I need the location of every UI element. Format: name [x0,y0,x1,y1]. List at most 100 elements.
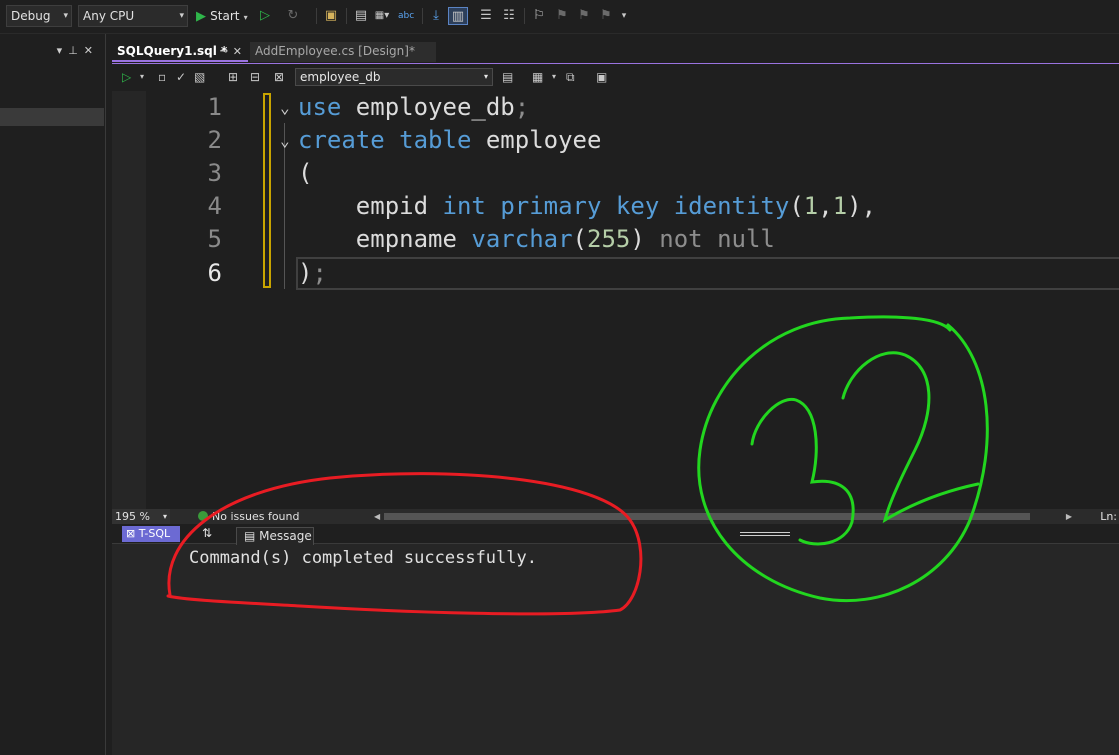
zoom-value: 195 % [115,510,150,523]
chevron-down-icon: ▾ [63,11,68,21]
step-icon[interactable]: ⤓ [428,7,444,25]
spell-check-icon[interactable]: abc [398,7,414,25]
estimated-plan-icon[interactable]: ▧ [194,69,205,85]
chevron-down-icon: ▾ [179,11,184,21]
show-changes-icon[interactable]: ▥ [448,7,468,25]
fold-chevron-icon[interactable]: ⌄ [280,91,290,124]
query-options-icon[interactable]: ▣ [596,69,607,85]
results-pane: ⊠ T-SQL ⇅ ▤ Message Command(s) completed… [112,524,1119,755]
window-layout-icon[interactable]: ▤ [352,7,370,25]
close-icon[interactable]: ✕ [233,42,242,61]
results-tabs: ⊠ T-SQL ⇅ ▤ Message [112,524,1119,545]
solution-config-value: Debug [11,9,51,23]
horizontal-scrollbar[interactable]: ◀ ▶ [374,511,1072,522]
toolbar-overflow-icon[interactable]: ▾ [618,7,630,25]
line-number: 6 [207,259,222,287]
tab-label: Message [259,529,312,543]
code-line: empid int primary key identity(1,1), [298,192,877,220]
solution-explorer-panel: ▾⊥✕ [0,34,106,755]
database-value: employee_db [300,70,381,84]
sql-editor[interactable]: 1 2 3 4 5 6 ⌄ ⌄ use employee_db; create … [112,91,1119,509]
success-check-icon [198,511,208,521]
code-line: ); [298,259,327,287]
scroll-left-icon[interactable]: ◀ [374,511,380,522]
document-tabs: SQLQuery1.sql * ⊸ ✕ AddEmployee.cs [Desi… [112,42,1119,62]
tab-tsql[interactable]: ⊠ T-SQL [122,526,180,542]
start-without-debugging-icon[interactable]: ▷ [258,7,272,25]
line-number: 5 [207,225,222,253]
line-number: 2 [207,126,222,154]
zoom-dropdown[interactable]: 195 % ▾ [112,509,170,524]
start-label: Start [210,9,240,23]
database-select[interactable]: employee_db ▾ [295,68,493,86]
prev-bookmark-icon[interactable]: ⚑ [554,7,570,25]
chevron-down-icon[interactable]: ▾ [140,69,144,85]
solution-config-dropdown[interactable]: Debug ▾ [6,5,72,27]
scrollbar-thumb[interactable] [384,513,1030,520]
toolbar-separator [346,8,347,24]
pane-splitter-handle[interactable] [740,532,790,536]
code-area[interactable]: 1 2 3 4 5 6 ⌄ ⌄ use employee_db; create … [112,91,1119,509]
close-icon[interactable]: ✕ [84,44,99,57]
code-line: create table employee [298,126,602,154]
tab-label: AddEmployee.cs [Design]* [255,44,415,58]
tab-label: T-SQL [138,527,171,540]
code-line: ( [298,159,313,187]
hot-reload-icon[interactable]: ↻ [282,7,304,25]
parse-check-icon[interactable]: ✓ [176,69,186,85]
line-number: 1 [207,93,222,121]
chevron-down-icon: ▾ [483,72,488,81]
next-bookmark-icon[interactable]: ⚑ [576,7,592,25]
connect-icon[interactable]: ⊞ [228,69,238,85]
play-icon: ▶ [196,9,206,24]
change-tracking-bar [263,93,271,288]
issues-indicator[interactable]: No issues found [198,509,299,524]
bookmark-icon[interactable]: ⚐ [532,7,546,25]
stop-icon[interactable]: ▫ [158,69,166,85]
query-toolbar: ▷ ▾ ▫ ✓ ▧ ⊞ ⊟ ⊠ employee_db ▾ ▤ ▦ ▾ ⧉ ▣ [112,63,1119,90]
chevron-down-icon: ▾ [162,512,167,521]
outdent-icon[interactable]: ☷ [500,7,518,25]
schema-compare-icon[interactable]: ⧉ [566,69,575,85]
pin-icon[interactable]: ⊸ [220,42,228,61]
scroll-right-icon[interactable]: ▶ [1066,511,1072,522]
folder-icon[interactable]: ▣ [322,7,340,25]
code-line: empname varchar(255) not null [298,225,775,253]
tab-addemployee-design[interactable]: AddEmployee.cs [Design]* [250,42,436,62]
toggle-results-icon[interactable]: ⇅ [202,526,212,540]
chevron-down-icon[interactable]: ▾ [57,44,69,57]
results-grid-icon[interactable]: ▦ [532,69,543,85]
selected-tree-item[interactable] [0,108,104,126]
chevron-down-icon: ▾ [243,13,248,22]
tab-label: SQLQuery1.sql * [117,44,228,58]
platform-value: Any CPU [83,9,135,23]
execute-icon[interactable]: ▷ [122,69,131,85]
toolbar-separator [524,8,525,24]
main-toolbar: Debug ▾ Any CPU ▾ ▶ Start ▾ ▷ ↻ ▣ ▤ ▦▾ a… [0,0,1119,34]
tab-sqlquery1[interactable]: SQLQuery1.sql * ⊸ ✕ [112,42,248,62]
pin-icon[interactable]: ⊥ [68,44,84,57]
issues-text: No issues found [212,510,300,523]
line-number: 3 [207,159,222,187]
line-position: Ln: [1100,510,1117,523]
toolbar-separator [316,8,317,24]
layout-dropdown-icon[interactable]: ▦▾ [372,7,392,25]
start-button[interactable]: ▶ Start ▾ [196,7,256,25]
line-number: 4 [207,192,222,220]
disconnect-icon[interactable]: ⊠ [274,69,284,85]
indent-icon[interactable]: ☰ [478,7,494,25]
clear-bookmarks-icon[interactable]: ⚑ [598,7,614,25]
panel-header-controls: ▾⊥✕ [57,44,99,57]
code-line: use employee_db; [298,93,530,121]
connection-icon: ⊠ [126,527,136,540]
change-connection-icon[interactable]: ⊟ [250,69,260,85]
results-to-text-icon[interactable]: ▤ [502,69,513,85]
current-line-highlight [296,257,1119,290]
document-icon: ▤ [244,529,256,543]
toolbar-separator [422,8,423,24]
fold-chevron-icon[interactable]: ⌄ [280,124,290,157]
chevron-down-icon[interactable]: ▾ [552,69,556,85]
editor-status-bar: 195 % ▾ No issues found ◀ ▶ Ln: [112,509,1119,524]
platform-dropdown[interactable]: Any CPU ▾ [78,5,188,27]
tab-message[interactable]: ▤ Message [236,527,314,545]
